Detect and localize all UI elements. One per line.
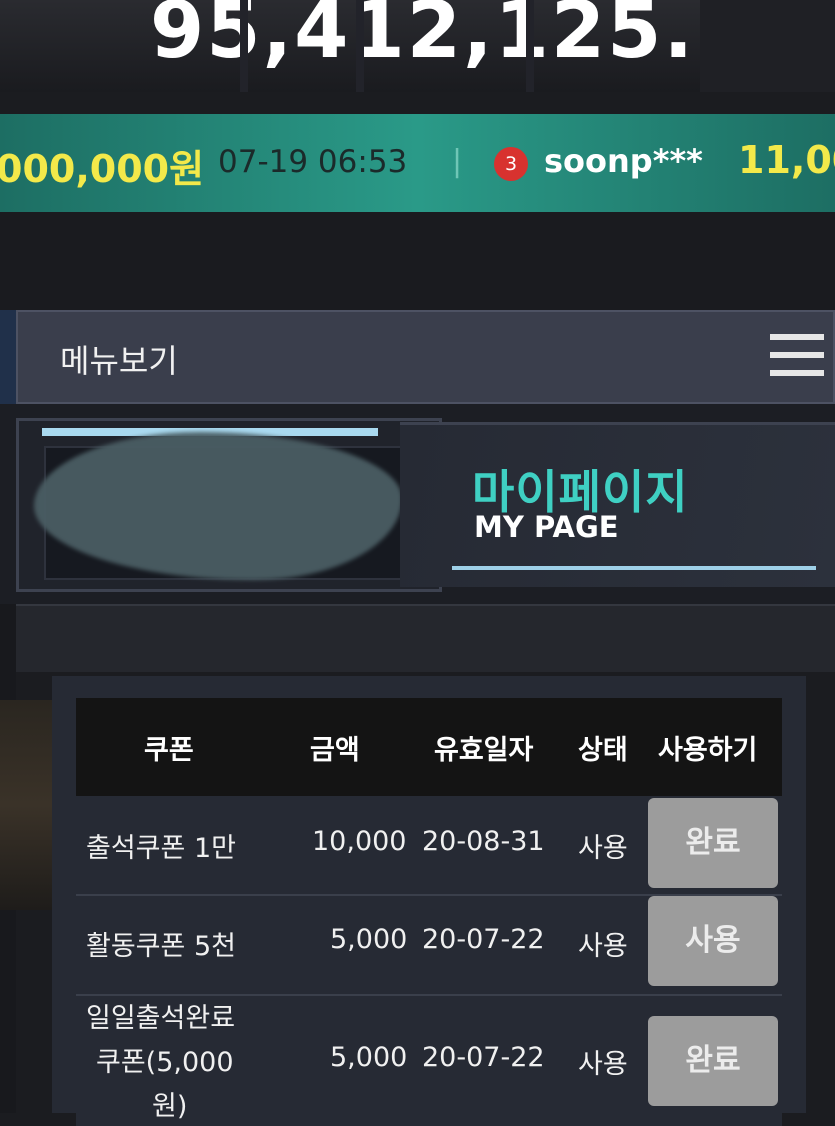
header-use: 사용하기 (658, 735, 758, 766)
ticker-amount-left: 000,000원 (0, 147, 205, 191)
rank-badge: 3 (494, 147, 528, 181)
header-coupon: 쿠폰 (144, 735, 194, 766)
background-character-art (0, 700, 52, 910)
header-amount: 금액 (310, 735, 360, 766)
coupon-amount: 10,000 (312, 826, 407, 857)
coupon-name: 출석쿠폰 1만 (86, 833, 236, 864)
winner-ticker: 000,000원 07-19 06:53 | 3 soonp*** 11,00 (0, 114, 835, 212)
coupon-status: 사용 (578, 1049, 628, 1080)
coupon-use-button[interactable]: 사용 (648, 896, 778, 986)
table-header: 쿠폰 금액 유효일자 상태 사용하기 (76, 698, 782, 796)
coupon-amount: 5,000 (330, 1042, 408, 1073)
jackpot-banner: 95,412,125. (0, 0, 835, 92)
ticker-separator: | (452, 144, 463, 179)
table-row: 활동쿠폰 5천 5,000 20-07-22 사용 사용 (76, 896, 782, 996)
background-art (806, 676, 835, 1113)
title-underline (452, 566, 816, 570)
coupon-name-line: 원) (152, 1091, 188, 1122)
content-strip (16, 604, 835, 672)
table-row: 일일출석완료 쿠폰(5,000 원) 5,000 20-07-22 사용 완료 (76, 996, 782, 1126)
hamburger-menu-icon[interactable] (770, 334, 824, 380)
header-expiry: 유효일자 (434, 735, 534, 766)
coupon-status: 사용 (578, 833, 628, 864)
page-subtitle: MY PAGE (474, 510, 619, 544)
coupon-status: 사용 (578, 931, 628, 962)
jackpot-rolling-digits (700, 0, 835, 92)
coupon-expiry: 20-08-31 (422, 826, 545, 857)
coupon-name-line: 쿠폰(5,000 (96, 1047, 234, 1078)
background-art (0, 310, 16, 404)
coupon-complete-button[interactable]: 완료 (648, 798, 778, 888)
jackpot-amount: 95,412,125. (150, 0, 696, 76)
ticker-time: 07-19 06:53 (218, 144, 408, 180)
ticker-user: soonp*** (544, 142, 703, 180)
table-row: 출석쿠폰 1만 10,000 20-08-31 사용 완료 (76, 796, 782, 896)
coupon-expiry: 20-07-22 (422, 924, 545, 955)
coupon-name-line: 일일출석완료 (86, 1003, 236, 1034)
ticker-amount-right: 11,00 (738, 138, 835, 182)
menu-bar[interactable]: 메뉴보기 (16, 310, 835, 404)
coupon-expiry: 20-07-22 (422, 1042, 545, 1073)
menu-label[interactable]: 메뉴보기 (60, 336, 178, 382)
coupon-amount: 5,000 (330, 924, 408, 955)
coupon-complete-button[interactable]: 완료 (648, 1016, 778, 1106)
coupon-name: 활동쿠폰 5천 (86, 931, 236, 962)
spacer-band (0, 212, 835, 310)
header-status: 상태 (578, 735, 628, 766)
